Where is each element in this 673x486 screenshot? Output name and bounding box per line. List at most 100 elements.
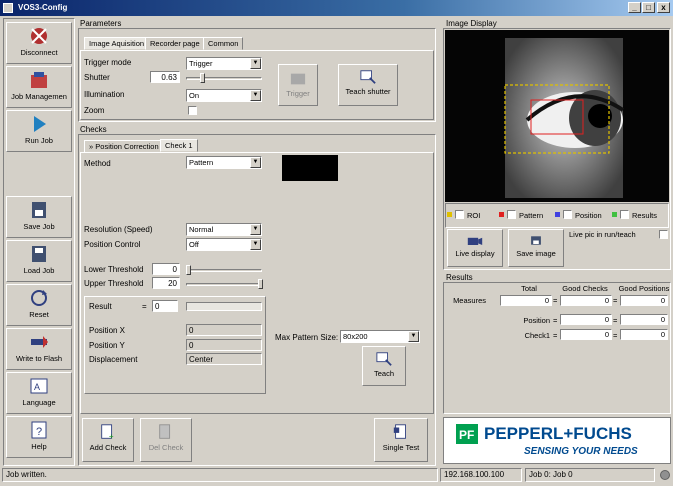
tab-check-1[interactable]: Check 1	[160, 139, 198, 152]
connection-led-icon	[660, 470, 670, 480]
results-title: Results	[446, 273, 473, 282]
results-eq: =	[553, 331, 558, 340]
help-label: Help	[31, 442, 47, 451]
load-icon	[32, 246, 46, 262]
save-image-button[interactable]: Save image	[508, 229, 564, 267]
position-control-value: Off	[189, 240, 199, 249]
load-job-button[interactable]: Load Job	[6, 240, 72, 282]
single-test-icon	[393, 424, 406, 439]
tab-recorder-page[interactable]: Recorder page	[145, 37, 205, 50]
roi-color-icon	[447, 212, 452, 217]
svg-text:A: A	[34, 382, 40, 392]
results-checkbox[interactable]	[620, 210, 629, 219]
del-check-icon	[159, 424, 171, 439]
results-row-label: Check1	[524, 331, 550, 340]
teach-icon	[376, 352, 392, 366]
illumination-select[interactable]: On ▼	[186, 89, 262, 102]
checks-title: Checks	[80, 125, 107, 134]
del-check-button[interactable]: Del Check	[140, 418, 192, 462]
position-control-select[interactable]: Off ▼	[186, 238, 262, 251]
zoom-checkbox[interactable]	[188, 106, 197, 115]
run-job-button[interactable]: Run Job	[6, 110, 72, 152]
teach-shutter-button[interactable]: Teach shutter	[338, 64, 398, 106]
upper-threshold-thumb[interactable]	[258, 279, 263, 289]
max-pattern-select[interactable]: 80x200 ▼	[340, 330, 420, 343]
displacement-value: Center	[186, 353, 262, 365]
job-management-button[interactable]: Job Managemen	[6, 66, 72, 108]
illumination-label: Illumination	[84, 90, 125, 99]
camera-image	[445, 30, 669, 202]
reset-button[interactable]: Reset	[6, 284, 72, 326]
results-total: 0	[500, 295, 552, 306]
chevron-down-icon[interactable]: ▼	[250, 157, 261, 168]
chevron-down-icon[interactable]: ▼	[250, 239, 261, 250]
lower-threshold-slider[interactable]	[186, 269, 262, 272]
minimize-button[interactable]: _	[628, 2, 641, 13]
pattern-label: Pattern	[519, 211, 544, 220]
chevron-down-icon[interactable]: ▼	[250, 224, 261, 235]
result-value: 0	[152, 300, 178, 312]
upper-threshold-input[interactable]: 20	[152, 277, 180, 289]
maximize-button[interactable]: □	[642, 2, 655, 13]
tab-image-acquisition[interactable]: Image Aquisition	[84, 37, 150, 50]
chevron-down-icon[interactable]: ▼	[408, 331, 419, 342]
language-icon: A	[30, 378, 48, 394]
chevron-down-icon[interactable]: ▼	[250, 90, 261, 101]
position-x-value: 0	[186, 324, 262, 336]
position-y-label: Position Y	[89, 341, 125, 350]
disconnect-label: Disconnect	[20, 48, 58, 57]
shutter-slider-thumb[interactable]	[200, 73, 205, 83]
pf-logo-icon: PF	[456, 424, 478, 444]
shutter-input[interactable]: 0.63	[150, 71, 180, 83]
tab-common[interactable]: Common	[203, 37, 244, 50]
status-message: Job written.	[2, 468, 438, 482]
language-label: Language	[22, 398, 56, 407]
live-pic-checkbox[interactable]	[659, 230, 668, 239]
brand-logo: PF PEPPERL+FUCHS SENSING YOUR NEEDS	[443, 417, 671, 464]
teach-button[interactable]: Teach	[362, 346, 406, 386]
position-checkbox[interactable]	[563, 210, 572, 219]
help-button[interactable]: ? Help	[6, 416, 72, 458]
live-display-button[interactable]: Live display	[447, 229, 503, 267]
position-control-label: Position Control	[84, 240, 141, 249]
trigger-button[interactable]: Trigger	[278, 64, 318, 106]
resolution-label: Resolution (Speed)	[84, 225, 153, 234]
brand-slogan: SENSING YOUR NEEDS	[524, 446, 638, 457]
single-test-button[interactable]: Single Test	[374, 418, 428, 462]
pattern-checkbox[interactable]	[507, 210, 516, 219]
disconnect-button[interactable]: Disconnect	[6, 22, 72, 64]
teach-shutter-icon	[360, 70, 376, 84]
lower-threshold-thumb[interactable]	[186, 265, 191, 275]
resolution-select[interactable]: Normal ▼	[186, 223, 262, 236]
trigger-label: Trigger	[286, 89, 310, 98]
write-flash-button[interactable]: Write to Flash	[6, 328, 72, 370]
trigger-mode-select[interactable]: Trigger ▼	[186, 57, 262, 70]
result-equals: =	[142, 302, 147, 311]
save-job-button[interactable]: Save Job	[6, 196, 72, 238]
chevron-down-icon[interactable]: ▼	[250, 58, 261, 69]
svg-text:+: +	[109, 432, 114, 441]
position-legend-label: Position	[575, 211, 602, 220]
help-icon: ?	[31, 421, 47, 439]
method-value: Pattern	[189, 158, 214, 167]
flash-icon	[31, 336, 48, 348]
add-check-button[interactable]: + Add Check	[82, 418, 134, 462]
results-eq: =	[613, 316, 618, 325]
save-job-label: Save Job	[23, 222, 55, 231]
roi-checkbox[interactable]	[455, 210, 464, 219]
shutter-slider[interactable]	[186, 77, 262, 80]
method-select[interactable]: Pattern ▼	[186, 156, 262, 169]
run-job-label: Run Job	[25, 136, 53, 145]
results-legend-label: Results	[632, 211, 658, 220]
results-eq: =	[553, 316, 558, 325]
language-button[interactable]: A Language	[6, 372, 72, 414]
save-image-icon	[531, 236, 541, 245]
trigger-mode-value: Trigger	[189, 59, 213, 68]
results-eq: =	[613, 331, 618, 340]
close-button[interactable]: x	[657, 2, 670, 13]
trigger-mode-label: Trigger mode	[84, 58, 132, 67]
lower-threshold-input[interactable]: 0	[152, 263, 180, 275]
results-row-label: Position	[523, 316, 550, 325]
upper-threshold-slider[interactable]	[186, 283, 262, 286]
trigger-icon	[290, 73, 306, 85]
